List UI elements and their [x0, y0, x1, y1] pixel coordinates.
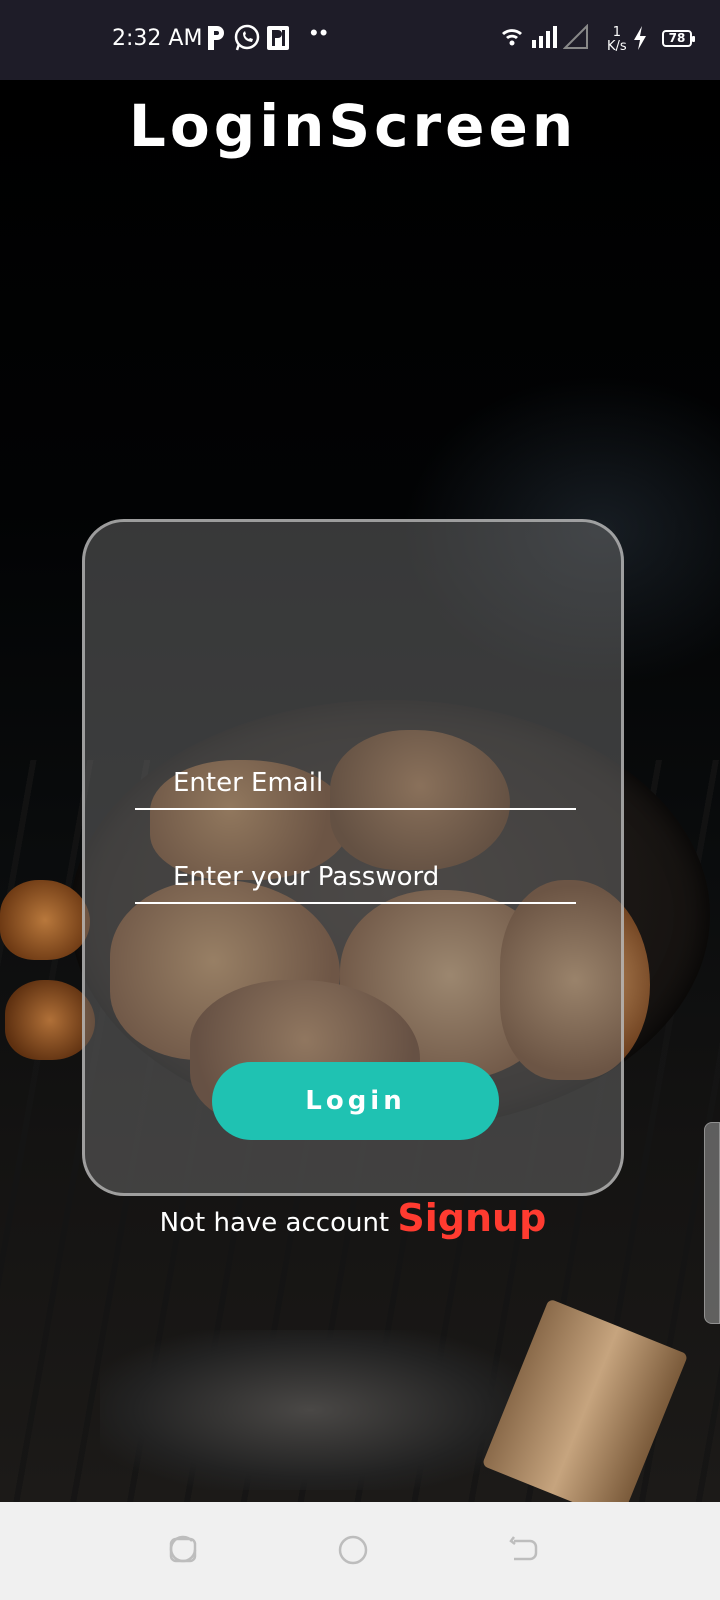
- battery-icon: 78: [662, 30, 695, 47]
- signup-prompt: Not have account: [159, 1208, 390, 1238]
- signal-empty-icon: [563, 24, 588, 49]
- paytm-icon: [208, 26, 224, 50]
- wifi-icon: [502, 29, 522, 46]
- signal-icon: [532, 26, 557, 48]
- status-bar: 2:32 AM •• 1 K/s 78: [0, 0, 720, 80]
- password-input[interactable]: [135, 852, 576, 904]
- parking-icon: [267, 26, 289, 50]
- charging-icon: [634, 26, 646, 50]
- recent-apps-icon[interactable]: [168, 1535, 198, 1565]
- network-speed: 1 K/s: [607, 25, 627, 54]
- login-button[interactable]: Login: [212, 1062, 499, 1140]
- back-icon[interactable]: [508, 1535, 538, 1565]
- page-title: LoginScreen: [128, 92, 578, 160]
- signup-link[interactable]: Signup: [397, 1196, 546, 1240]
- signup-row: Not have account Signup: [0, 1196, 706, 1240]
- login-card: Login: [82, 519, 624, 1196]
- whatsapp-icon: [234, 24, 260, 51]
- navigation-bar: [0, 1502, 720, 1600]
- notification-dots: ••: [310, 20, 330, 45]
- status-time: 2:32 AM: [112, 26, 203, 51]
- side-edge-handle[interactable]: [704, 1122, 720, 1324]
- home-icon[interactable]: [338, 1535, 368, 1565]
- email-input[interactable]: [135, 758, 576, 810]
